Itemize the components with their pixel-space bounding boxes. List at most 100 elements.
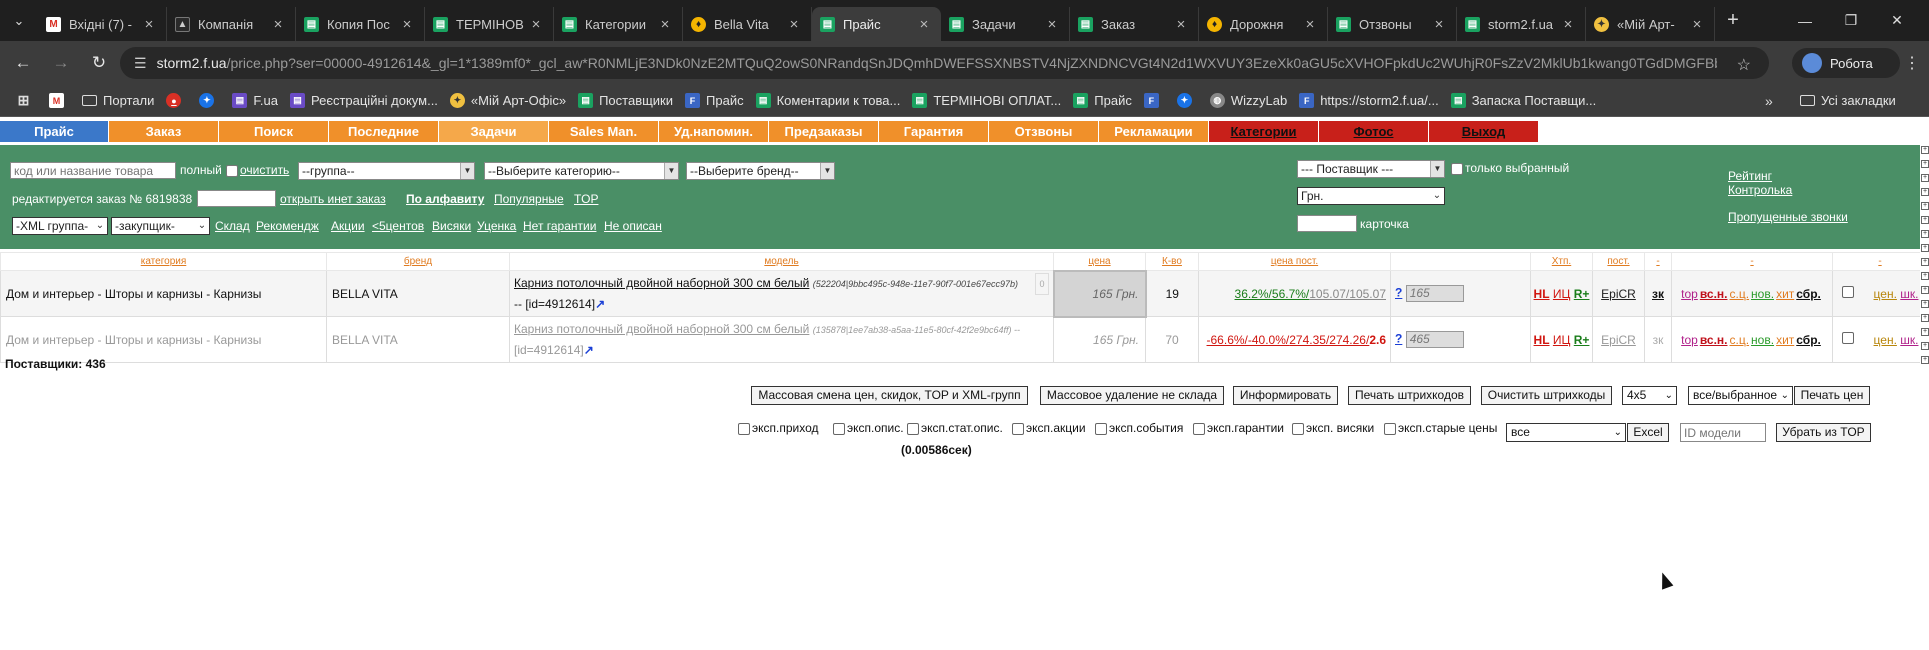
expand-icon[interactable]: + — [1921, 160, 1929, 168]
row-checkbox[interactable] — [1841, 332, 1854, 344]
only-selected-checkbox[interactable]: только выбранный — [1451, 161, 1569, 175]
column-header[interactable]: цена — [1053, 252, 1146, 271]
column-header[interactable]: модель — [509, 252, 1054, 271]
price-cell[interactable]: 165 Грн. — [1052, 269, 1147, 318]
hl-link[interactable]: HL — [1534, 333, 1550, 347]
column-header[interactable]: Хтп. — [1530, 252, 1593, 271]
buyer-select[interactable]: -закупщик- ⌄ — [111, 217, 210, 235]
export-checkbox-box[interactable] — [1095, 422, 1107, 435]
group-select[interactable]: --группа-- ▼ — [298, 162, 475, 180]
ic-link[interactable]: ИЦ — [1553, 333, 1571, 347]
expand-icon[interactable]: + — [1921, 300, 1929, 308]
tag-link[interactable]: хит — [1776, 287, 1794, 301]
markdown-link[interactable]: Уценка — [477, 219, 516, 233]
bookmark-item[interactable]: ✦ — [199, 93, 220, 108]
r-plus-link[interactable]: R+ — [1574, 287, 1590, 301]
export-checkbox[interactable]: эксп.события — [1095, 421, 1183, 435]
id-model-input[interactable] — [1680, 423, 1766, 442]
tag-link[interactable]: вс.н. — [1700, 333, 1728, 347]
export-scope-select[interactable]: все ⌄ — [1506, 423, 1626, 442]
expand-icon[interactable]: + — [1921, 202, 1929, 210]
supplier-select[interactable]: --- Поставщик --- ▼ — [1297, 160, 1445, 178]
tab-close-icon[interactable]: × — [1301, 16, 1319, 33]
print-prices-button[interactable]: Печать цен — [1794, 386, 1870, 405]
tag-link[interactable]: top — [1681, 333, 1698, 347]
bookmark-item[interactable]: ✦ «Мій Арт-Офіс» — [449, 93, 566, 108]
menu-item[interactable]: Sales Man. — [549, 121, 659, 142]
row-checkbox[interactable] — [1841, 286, 1854, 298]
export-checkbox-box[interactable] — [738, 422, 750, 435]
browser-tab[interactable]: ▲ Компанія × — [167, 7, 296, 41]
tag-link[interactable]: сбр. — [1796, 333, 1821, 347]
minimize-icon[interactable]: — — [1782, 0, 1828, 41]
column-header[interactable]: К-во — [1145, 252, 1199, 271]
close-window-icon[interactable]: ✕ — [1874, 0, 1920, 41]
model-link[interactable]: Карниз потолочный двойной наборной 300 с… — [514, 322, 809, 336]
supplier-link[interactable]: EpiCR — [1601, 333, 1636, 347]
model-link[interactable]: Карниз потолочный двойной наборной 300 с… — [514, 276, 809, 290]
browser-tab[interactable]: ▤ Отзвоны × — [1328, 7, 1457, 41]
browser-tab[interactable]: ▤ storm2.f.ua × — [1457, 7, 1586, 41]
not-described-link[interactable]: Не описан — [604, 219, 662, 233]
export-checkbox-box[interactable] — [833, 422, 845, 435]
tag-link[interactable]: сбр. — [1796, 287, 1821, 301]
bookmark-item[interactable]: ▤ Коментарии к това... — [755, 93, 900, 108]
missed-calls-link[interactable]: Пропущенные звонки — [1728, 210, 1848, 224]
tab-close-icon[interactable]: × — [269, 16, 287, 33]
under-5-cents-link[interactable]: <5центов — [372, 219, 424, 233]
expand-icon[interactable]: + — [1921, 286, 1929, 294]
menu-item[interactable]: Последние — [329, 121, 439, 142]
label-size-select[interactable]: 4x5 ⌄ — [1622, 386, 1677, 405]
browser-tab[interactable]: ♦ Дорожня × — [1199, 7, 1328, 41]
menu-item[interactable]: Задачи — [439, 121, 549, 142]
browser-tab[interactable]: ▤ Заказ × — [1070, 7, 1199, 41]
clear-barcodes-button[interactable]: Очистить штрихкоды — [1481, 386, 1612, 405]
supplier-price-input[interactable]: 465 — [1405, 331, 1464, 348]
tab-close-icon[interactable]: × — [785, 16, 803, 33]
tag-link[interactable]: вс.н. — [1700, 287, 1728, 301]
tab-close-icon[interactable]: × — [1043, 16, 1061, 33]
bookmark-item[interactable]: ● — [166, 93, 187, 108]
browser-tab[interactable]: ▤ ТЕРМІНОВ × — [425, 7, 554, 41]
margin-percent[interactable]: 36.2%/56.7%/ — [1235, 287, 1310, 301]
search-input[interactable] — [10, 162, 176, 179]
bookmark-item[interactable]: M — [49, 93, 70, 108]
external-link-icon[interactable]: ↗ — [584, 343, 594, 357]
expand-icon[interactable]: + — [1921, 328, 1929, 336]
bookmark-item[interactable]: ▤ ТЕРМІНОВІ ОПЛАТ... — [912, 93, 1061, 108]
browser-tab[interactable]: ♦ Bella Vita × — [683, 7, 812, 41]
profile-button[interactable]: Робота — [1792, 48, 1900, 78]
expand-icon[interactable]: + — [1921, 356, 1929, 364]
tag-link[interactable]: с.ц. — [1730, 287, 1750, 301]
r-plus-link[interactable]: R+ — [1574, 333, 1590, 347]
margin-values[interactable]: 105.07/105.07 — [1309, 287, 1386, 301]
column-header[interactable]: - — [1671, 252, 1833, 271]
browser-tab[interactable]: M Вхідні (7) - × — [38, 7, 167, 41]
promotions-link[interactable]: Акции — [331, 219, 365, 233]
card-input[interactable] — [1297, 215, 1357, 232]
browser-tab[interactable]: ▤ Задачи × — [941, 7, 1070, 41]
export-checkbox-box[interactable] — [907, 422, 919, 435]
bookmark-item[interactable]: ▤ Реєстраційні докум... — [289, 93, 438, 108]
menu-item[interactable]: Гарантия — [879, 121, 989, 142]
remove-from-top-button[interactable]: Убрать из TOP — [1776, 423, 1871, 442]
print-barcodes-button[interactable]: Печать штрихкодов — [1348, 386, 1471, 405]
site-info-icon[interactable]: ☰ — [134, 55, 147, 72]
menu-item[interactable]: Фотос — [1319, 121, 1429, 142]
bookmark-item[interactable]: ▤ Запаска Поставщи... — [1450, 93, 1596, 108]
tab-close-icon[interactable]: × — [1430, 16, 1448, 33]
tab-close-icon[interactable]: × — [1172, 16, 1190, 33]
url-field[interactable]: ☰ storm2.f.ua/price.php?ser=00000-491261… — [120, 47, 1769, 79]
column-header[interactable]: цена пост. — [1198, 252, 1391, 271]
export-checkbox[interactable]: эксп.старые цены — [1384, 421, 1497, 435]
tab-close-icon[interactable]: × — [1559, 16, 1577, 33]
forward-icon[interactable]: → — [46, 48, 76, 78]
export-checkbox[interactable]: эксп.стат.опис. — [907, 421, 1003, 435]
expand-icon[interactable]: + — [1921, 216, 1929, 224]
browser-menu-icon[interactable]: ⋮ — [1904, 53, 1920, 73]
menu-item[interactable]: Предзаказы — [769, 121, 879, 142]
bookmark-item[interactable]: ▤ F.ua — [232, 93, 278, 108]
bookmark-star-icon[interactable]: ☆ — [1737, 55, 1751, 75]
menu-item[interactable]: Категории — [1209, 121, 1319, 142]
browser-tab[interactable]: ✦ «Мій Арт- × — [1586, 7, 1715, 41]
